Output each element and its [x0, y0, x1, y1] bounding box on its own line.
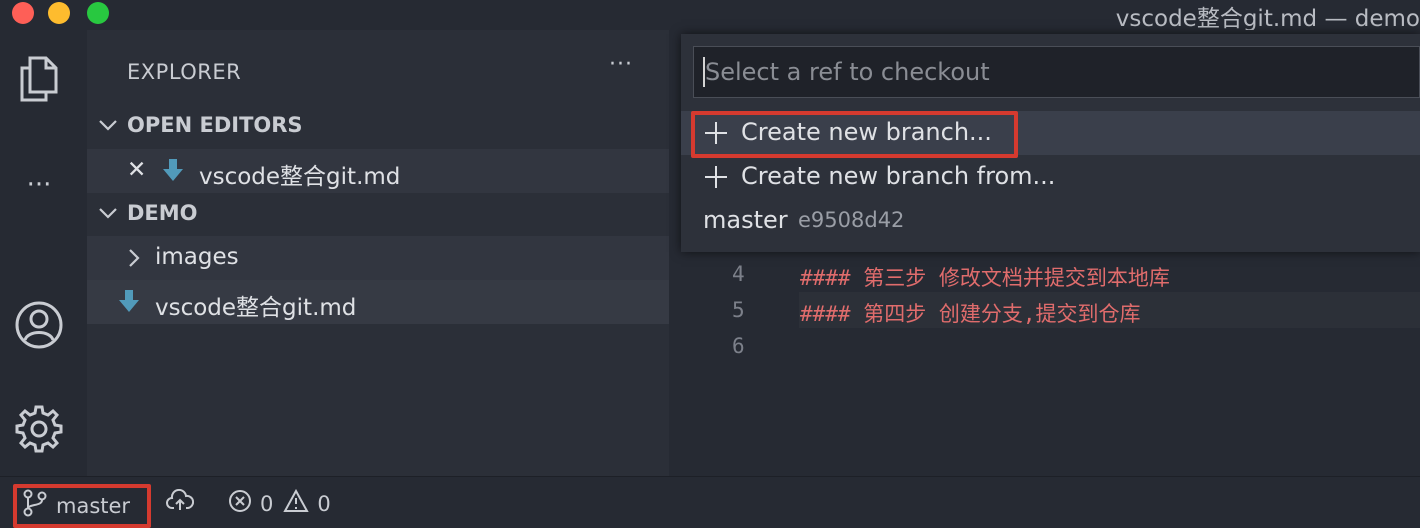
- activity-bar: ···: [0, 30, 87, 476]
- branch-name: master: [703, 206, 788, 234]
- explorer-more-actions[interactable]: ···: [609, 52, 633, 77]
- problems-status-item[interactable]: 0 0: [228, 488, 331, 518]
- open-editors-label: OPEN EDITORS: [127, 113, 303, 137]
- ref-search-placeholder: Select a ref to checkout: [705, 58, 990, 86]
- branch-status-item[interactable]: master: [22, 489, 130, 522]
- explorer-sidebar: EXPLORER ··· OPEN EDITORS ✕ vscode整合git.…: [87, 30, 669, 476]
- tree-item-label: vscode整合git.md: [155, 295, 357, 321]
- checkout-quick-pick: Select a ref to checkout Create new bran…: [681, 34, 1420, 252]
- markdown-arrow-icon: [163, 159, 183, 189]
- line-number: 4: [732, 262, 745, 286]
- open-editor-filename: vscode整合git.md: [199, 164, 401, 190]
- more-icon[interactable]: ···: [10, 156, 68, 214]
- explorer-title: EXPLORER: [127, 60, 242, 84]
- close-window-button[interactable]: [12, 2, 34, 24]
- tree-item-label: images: [155, 244, 239, 270]
- code-line[interactable]: #### 第三步 修改文档并提交到本地库: [800, 262, 1170, 292]
- error-icon: [228, 489, 252, 518]
- error-count: 0: [260, 491, 274, 516]
- account-icon[interactable]: [10, 296, 68, 354]
- chevron-right-icon: [127, 247, 141, 275]
- branch-master-option[interactable]: master e9508d42: [681, 199, 1420, 243]
- create-new-branch-option[interactable]: Create new branch...: [681, 111, 1420, 155]
- plus-icon: [703, 120, 729, 152]
- demo-folder-section[interactable]: DEMO: [87, 194, 669, 234]
- title-bar: vscode整合git.md — demo: [0, 0, 1420, 32]
- line-number: 5: [732, 298, 745, 322]
- chevron-down-icon: [97, 202, 119, 229]
- commit-hash: e9508d42: [798, 208, 905, 232]
- status-bar: master 0 0: [0, 476, 1420, 528]
- manage-gear-icon[interactable]: [10, 400, 68, 458]
- option-label: Create new branch...: [741, 118, 992, 146]
- maximize-window-button[interactable]: [87, 2, 109, 24]
- plus-icon: [703, 164, 729, 196]
- git-branch-icon: [22, 489, 48, 522]
- chevron-down-icon: [97, 114, 119, 141]
- ref-search-input[interactable]: Select a ref to checkout: [693, 46, 1420, 98]
- warning-icon: [283, 488, 310, 518]
- publish-cloud-icon[interactable]: [166, 489, 194, 513]
- warning-count: 0: [317, 491, 331, 516]
- option-label: Create new branch from...: [741, 162, 1056, 190]
- tree-item-vscode-md[interactable]: vscode整合git.md: [87, 280, 669, 324]
- branch-name: master: [56, 493, 131, 518]
- markdown-arrow-icon: [119, 290, 139, 320]
- minimize-window-button[interactable]: [48, 2, 70, 24]
- explorer-icon[interactable]: [10, 50, 68, 108]
- open-editor-item[interactable]: ✕ vscode整合git.md: [87, 149, 669, 193]
- demo-folder-label: DEMO: [127, 201, 198, 225]
- open-editors-section[interactable]: OPEN EDITORS: [87, 106, 669, 146]
- window-title: vscode整合git.md — demo: [1115, 6, 1420, 32]
- code-line[interactable]: #### 第四步 创建分支,提交到仓库: [800, 298, 1141, 328]
- tree-item-images[interactable]: images: [87, 236, 669, 280]
- close-icon[interactable]: ✕: [127, 157, 146, 183]
- line-number: 6: [732, 334, 745, 358]
- create-new-branch-from-option[interactable]: Create new branch from...: [681, 155, 1420, 199]
